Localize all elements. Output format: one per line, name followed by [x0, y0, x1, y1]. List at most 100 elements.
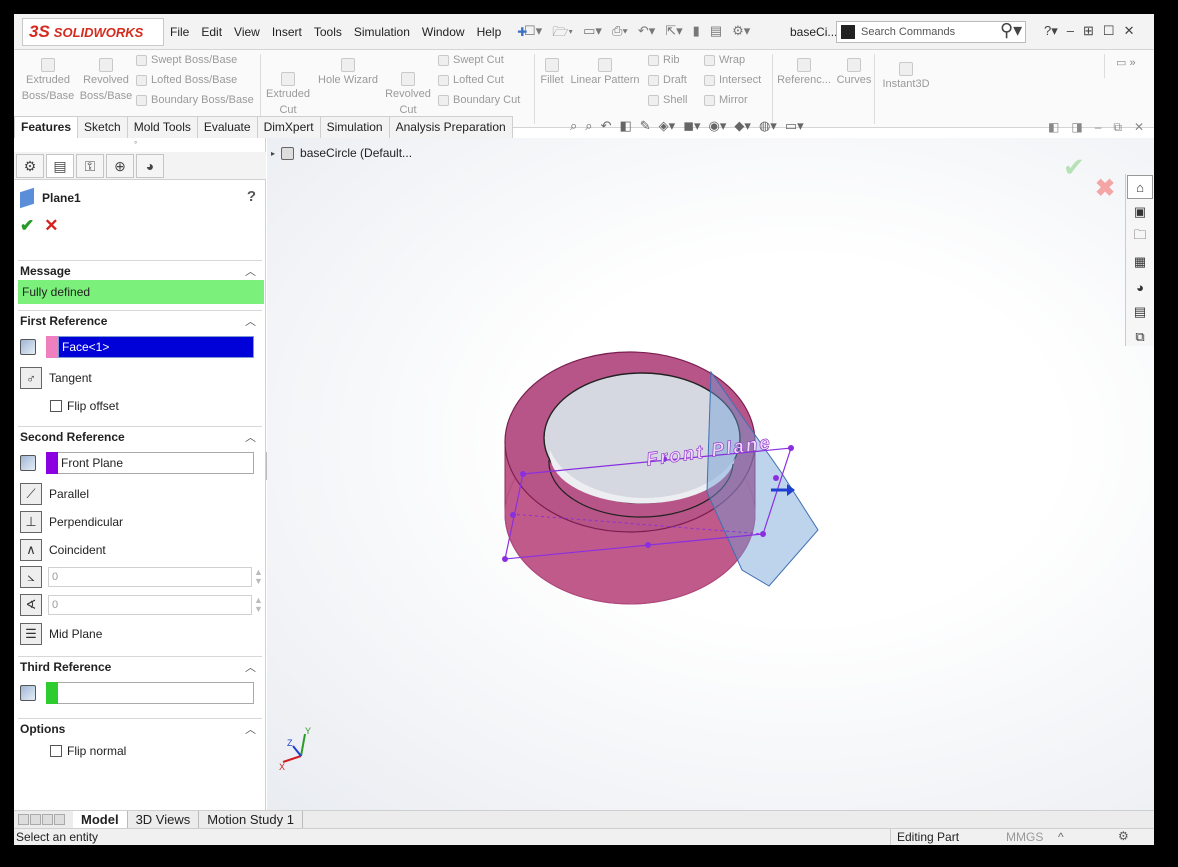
tab-features[interactable]: Features — [14, 116, 79, 138]
swept-boss-button[interactable]: Swept Boss/Base — [136, 54, 237, 66]
property-manager-icon[interactable]: ▤ — [46, 154, 74, 178]
options-gear-icon[interactable]: ⚙▾ — [732, 23, 750, 45]
tab-evaluate[interactable]: Evaluate — [196, 116, 258, 138]
file-properties-icon[interactable]: ▤ — [710, 23, 722, 45]
collapse-chevron-icon[interactable]: ︿ — [245, 721, 256, 737]
flyout-feature-tree[interactable]: ▸ baseCircle (Default... — [271, 146, 412, 160]
first-reference-field[interactable]: Face<1> — [58, 336, 254, 358]
extruded-cut-button[interactable]: Extruded Cut — [264, 72, 312, 118]
first-tab-icon[interactable] — [18, 814, 29, 825]
next-tab-icon[interactable] — [42, 814, 53, 825]
menu-insert[interactable]: Insert — [266, 25, 308, 39]
close-icon[interactable]: ✕ — [1124, 23, 1135, 39]
hole-wizard-button[interactable]: Hole Wizard — [316, 58, 380, 88]
wrap-button[interactable]: Wrap — [704, 54, 745, 66]
previous-view-icon[interactable]: ↶ — [601, 118, 612, 134]
view-palette-icon[interactable]: ▦ — [1127, 250, 1153, 274]
collapse-chevron-icon[interactable]: ︿ — [245, 659, 256, 675]
plane-handle[interactable] — [520, 471, 526, 477]
rebuild-icon[interactable]: ▮ — [693, 23, 700, 45]
collapse-chevron-icon[interactable]: ︿ — [245, 429, 256, 445]
plane-handle[interactable] — [502, 556, 508, 562]
menu-view[interactable]: View — [228, 25, 266, 39]
revolved-boss-button[interactable]: Revolved Boss/Base — [78, 58, 134, 104]
rebuild-status-icon[interactable]: ⚙ — [1118, 829, 1129, 843]
parallel-option[interactable]: ⟋ Parallel — [20, 482, 89, 506]
custom-properties-icon[interactable]: ▤ — [1127, 300, 1153, 324]
search-icon[interactable]: ⚲▾ — [1000, 20, 1022, 41]
lofted-boss-button[interactable]: Lofted Boss/Base — [136, 74, 237, 86]
third-reference-field[interactable] — [58, 682, 254, 704]
extruded-boss-button[interactable]: Extruded Boss/Base — [20, 58, 76, 104]
revolved-cut-button[interactable]: Revolved Cut — [384, 72, 432, 118]
new-document-icon[interactable]: ☐▾ — [524, 23, 542, 45]
curves-button[interactable]: Curves — [834, 58, 874, 88]
fillet-button[interactable]: Fillet — [538, 58, 566, 88]
tab-model[interactable]: Model — [73, 810, 128, 829]
linear-pattern-button[interactable]: Linear Pattern — [570, 58, 640, 88]
draft-button[interactable]: Draft — [648, 74, 687, 86]
solidworks-resources-home-icon[interactable]: ⌂ — [1127, 175, 1153, 199]
perpendicular-option[interactable]: ⊥ Perpendicular — [20, 510, 123, 534]
boundary-boss-button[interactable]: Boundary Boss/Base — [136, 94, 254, 106]
edit-appearance-icon[interactable]: ◆▾ — [734, 118, 751, 134]
options-group-header[interactable]: Options ︿ — [18, 718, 262, 738]
plane-handle[interactable] — [773, 475, 779, 481]
prev-tab-icon[interactable] — [30, 814, 41, 825]
mirror-button[interactable]: Mirror — [704, 94, 748, 106]
rib-button[interactable]: Rib — [648, 54, 680, 66]
reference-geometry-button[interactable]: Referenc... — [776, 58, 832, 88]
swept-cut-button[interactable]: Swept Cut — [438, 54, 504, 66]
unit-system-caret-icon[interactable]: ^ — [1058, 830, 1064, 844]
appearances-icon[interactable]: ◕ — [1127, 275, 1153, 299]
search-commands-input[interactable]: Search Commands — [836, 21, 1026, 43]
unit-system[interactable]: MMGS — [1006, 830, 1043, 844]
menu-file[interactable]: File — [164, 25, 195, 39]
confirmation-corner-cancel-icon[interactable]: ✖ — [1095, 174, 1115, 203]
split-left-icon[interactable]: ◧ — [1048, 120, 1059, 135]
mid-plane-option[interactable]: ☰ Mid Plane — [20, 622, 102, 646]
panel-collapse-icon[interactable]: ° — [134, 140, 137, 149]
ok-checkmark-icon[interactable]: ✔ — [20, 216, 34, 236]
tab-analysis-preparation[interactable]: Analysis Preparation — [388, 116, 513, 138]
help-icon[interactable]: ? — [247, 188, 256, 205]
section-view-icon[interactable]: ◧ — [619, 118, 631, 134]
tab-sketch[interactable]: Sketch — [77, 116, 128, 138]
view-settings-icon[interactable]: ▭▾ — [785, 118, 804, 134]
menu-tools[interactable]: Tools — [308, 25, 348, 39]
print-icon[interactable]: ⎙▾ — [612, 23, 628, 45]
select-icon[interactable]: ⇱▾ — [665, 23, 682, 45]
second-reference-group-header[interactable]: Second Reference ︿ — [18, 426, 262, 446]
third-reference-group-header[interactable]: Third Reference ︿ — [18, 656, 262, 676]
plane-handle[interactable] — [510, 512, 516, 518]
last-tab-icon[interactable] — [54, 814, 65, 825]
tile-icon[interactable]: ⊞ — [1083, 23, 1094, 39]
flip-normal-checkbox[interactable]: Flip normal — [50, 742, 126, 760]
apply-scene-icon[interactable]: ◍▾ — [759, 118, 777, 134]
viewport-minimize-icon[interactable]: – — [1095, 120, 1102, 135]
expand-arrow-icon[interactable]: ▸ — [271, 149, 275, 158]
collapse-chevron-icon[interactable]: ︿ — [245, 313, 256, 329]
tab-motion-study[interactable]: Motion Study 1 — [199, 810, 303, 829]
minimize-icon[interactable]: – — [1067, 23, 1074, 39]
boundary-cut-button[interactable]: Boundary Cut — [438, 94, 520, 106]
intersect-button[interactable]: Intersect — [704, 74, 761, 86]
message-group-header[interactable]: Message ︿ — [18, 260, 262, 280]
confirmation-corner-ok-icon[interactable]: ✔ — [1063, 152, 1085, 183]
tab-simulation[interactable]: Simulation — [319, 116, 390, 138]
display-manager-icon[interactable]: ◕ — [136, 154, 164, 178]
angle-spin-arrows-icon[interactable]: ▲ ▼ — [254, 595, 268, 615]
lofted-cut-button[interactable]: Lofted Cut — [438, 74, 504, 86]
cancel-x-icon[interactable]: ✕ — [44, 216, 58, 236]
tab-dimxpert[interactable]: DimXpert — [256, 116, 321, 138]
menu-window[interactable]: Window — [416, 25, 471, 39]
forum-chat-icon[interactable]: ⧉ — [1127, 325, 1153, 349]
tab-mold-tools[interactable]: Mold Tools — [126, 116, 198, 138]
viewport-restore-icon[interactable]: ⧉ — [1113, 120, 1122, 135]
maximize-icon[interactable]: ☐ — [1103, 23, 1115, 39]
menu-help[interactable]: Help — [471, 25, 508, 39]
display-style-icon[interactable]: ◼▾ — [683, 118, 700, 134]
menu-edit[interactable]: Edit — [195, 25, 228, 39]
zoom-area-icon[interactable]: ⌕ — [585, 118, 592, 134]
menu-simulation[interactable]: Simulation — [348, 25, 416, 39]
